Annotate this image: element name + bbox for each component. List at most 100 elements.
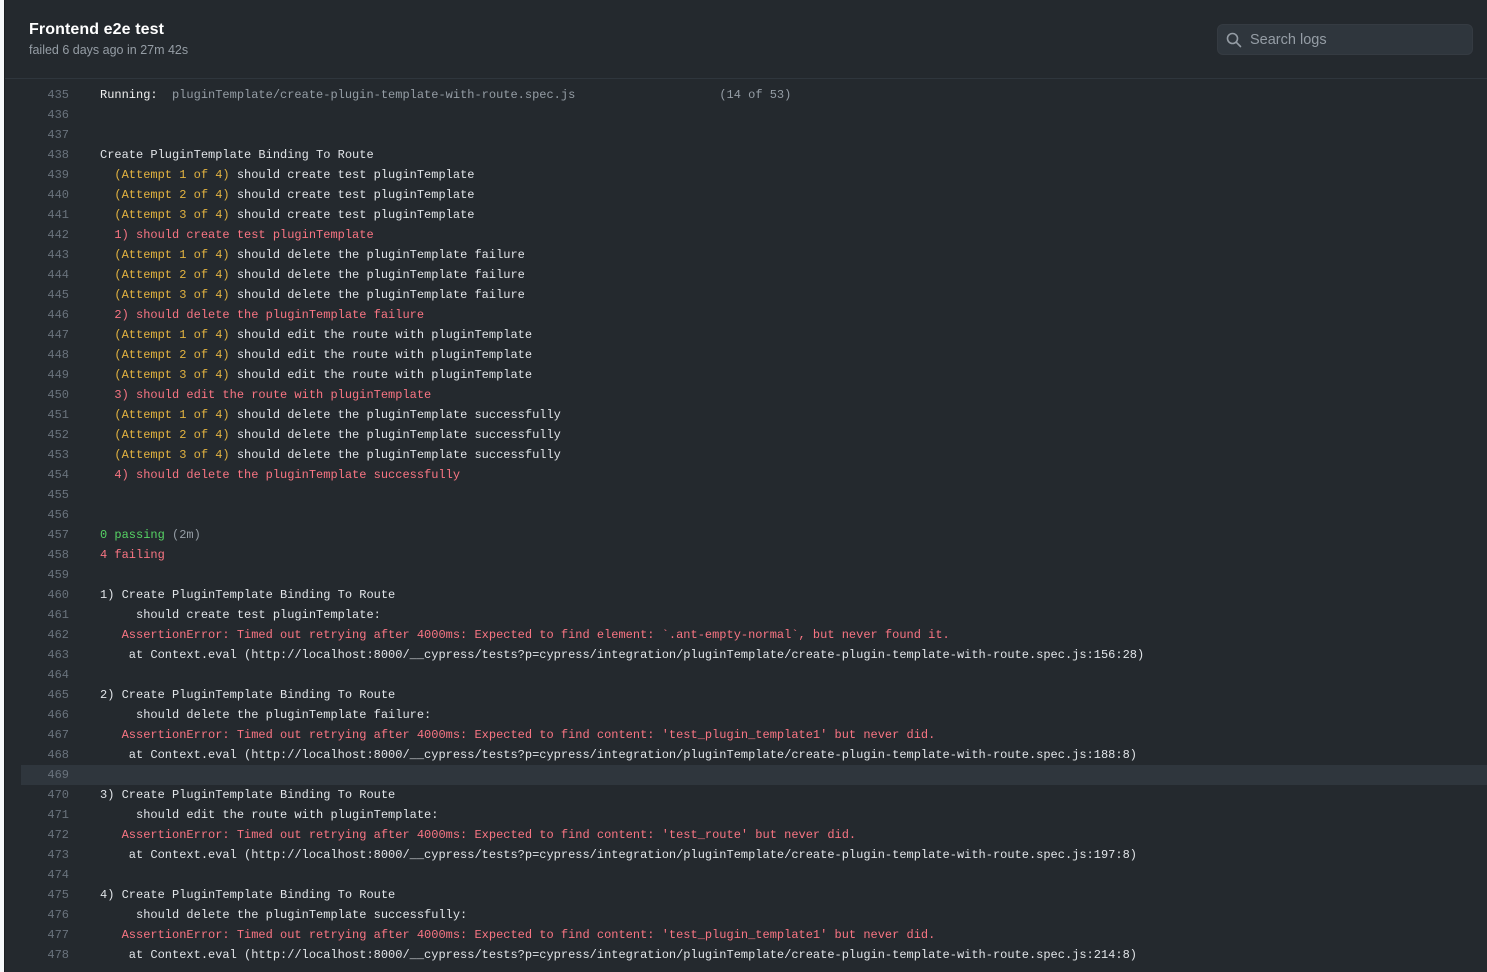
line-number[interactable]: 467 (21, 725, 69, 745)
log-line[interactable]: 478 at Context.eval (http://localhost:80… (21, 945, 1487, 965)
line-number[interactable]: 451 (21, 405, 69, 425)
log-line[interactable]: 450 3) should edit the route with plugin… (21, 385, 1487, 405)
line-number[interactable]: 478 (21, 945, 69, 965)
line-text: should edit the route with pluginTemplat… (100, 805, 438, 825)
line-number[interactable]: 438 (21, 145, 69, 165)
log-line[interactable]: 451 (Attempt 1 of 4) should delete the p… (21, 405, 1487, 425)
log-line[interactable]: 440 (Attempt 2 of 4) should create test … (21, 185, 1487, 205)
line-number[interactable]: 453 (21, 445, 69, 465)
line-number[interactable]: 468 (21, 745, 69, 765)
line-text: 1) should create test pluginTemplate (100, 225, 373, 245)
line-number[interactable]: 459 (21, 565, 69, 585)
line-number[interactable]: 464 (21, 665, 69, 685)
log-text-segment: AssertionError: Timed out retrying after… (100, 928, 936, 942)
line-number[interactable]: 444 (21, 265, 69, 285)
log-line[interactable]: 446 2) should delete the pluginTemplate … (21, 305, 1487, 325)
line-number[interactable]: 435 (21, 85, 69, 105)
line-number[interactable]: 441 (21, 205, 69, 225)
line-number[interactable]: 469 (21, 765, 69, 785)
line-number[interactable]: 465 (21, 685, 69, 705)
line-number[interactable]: 454 (21, 465, 69, 485)
line-number[interactable]: 448 (21, 345, 69, 365)
log-line[interactable]: 447 (Attempt 1 of 4) should edit the rou… (21, 325, 1487, 345)
line-number[interactable]: 437 (21, 125, 69, 145)
log-line[interactable]: 457 0 passing (2m) (21, 525, 1487, 545)
log-line[interactable]: 471 should edit the route with pluginTem… (21, 805, 1487, 825)
log-line[interactable]: 437 (21, 125, 1487, 145)
log-line[interactable]: 475 4) Create PluginTemplate Binding To R… (21, 885, 1487, 905)
line-number[interactable]: 457 (21, 525, 69, 545)
log-line[interactable]: 452 (Attempt 2 of 4) should delete the p… (21, 425, 1487, 445)
log-line[interactable]: 449 (Attempt 3 of 4) should edit the rou… (21, 365, 1487, 385)
log-text-segment: should edit the route with pluginTemplat… (229, 328, 533, 342)
log-line[interactable]: 472 AssertionError: Timed out retrying a… (21, 825, 1487, 845)
log-line[interactable]: 443 (Attempt 1 of 4) should delete the p… (21, 245, 1487, 265)
log-line[interactable]: 448 (Attempt 2 of 4) should edit the rou… (21, 345, 1487, 365)
log-line[interactable]: 444 (Attempt 2 of 4) should delete the p… (21, 265, 1487, 285)
line-number[interactable]: 470 (21, 785, 69, 805)
line-number[interactable]: 474 (21, 865, 69, 885)
log-line[interactable]: 442 1) should create test pluginTemplate (21, 225, 1487, 245)
log-line[interactable]: 461 should create test pluginTemplate: (21, 605, 1487, 625)
log-line[interactable]: 454 4) should delete the pluginTemplate … (21, 465, 1487, 485)
line-number[interactable]: 455 (21, 485, 69, 505)
log-line[interactable]: 435 Running: pluginTemplate/create-plugin… (21, 85, 1487, 105)
line-number[interactable]: 476 (21, 905, 69, 925)
log-text-segment: should delete the pluginTemplate success… (229, 428, 561, 442)
log-text-segment: should edit the route with pluginTemplat… (229, 348, 533, 362)
line-number[interactable]: 461 (21, 605, 69, 625)
log-line[interactable]: 456 (21, 505, 1487, 525)
log-line[interactable]: 439 (Attempt 1 of 4) should create test … (21, 165, 1487, 185)
line-number[interactable]: 456 (21, 505, 69, 525)
line-number[interactable]: 440 (21, 185, 69, 205)
line-number[interactable]: 443 (21, 245, 69, 265)
log-line[interactable]: 477 AssertionError: Timed out retrying a… (21, 925, 1487, 945)
log-text-segment: should edit the route with pluginTemplat… (229, 368, 533, 382)
log-line[interactable]: 462 AssertionError: Timed out retrying a… (21, 625, 1487, 645)
log-text-segment: (Attempt 2 of 4) (100, 428, 230, 442)
log-line[interactable]: 465 2) Create PluginTemplate Binding To R… (21, 685, 1487, 705)
line-number[interactable]: 436 (21, 105, 69, 125)
log-line[interactable]: 464 (21, 665, 1487, 685)
log-line[interactable]: 436 (21, 105, 1487, 125)
log-line[interactable]: 470 3) Create PluginTemplate Binding To R… (21, 785, 1487, 805)
log-line[interactable]: 460 1) Create PluginTemplate Binding To R… (21, 585, 1487, 605)
log-line[interactable]: 455 (21, 485, 1487, 505)
line-number[interactable]: 460 (21, 585, 69, 605)
search-logs-input[interactable] (1250, 31, 1472, 48)
line-number[interactable]: 471 (21, 805, 69, 825)
line-number[interactable]: 452 (21, 425, 69, 445)
line-number[interactable]: 458 (21, 545, 69, 565)
log-line[interactable]: 474 (21, 865, 1487, 885)
line-number[interactable]: 463 (21, 645, 69, 665)
line-number[interactable]: 475 (21, 885, 69, 905)
log-line[interactable]: 467 AssertionError: Timed out retrying a… (21, 725, 1487, 745)
log-line[interactable]: 453 (Attempt 3 of 4) should delete the p… (21, 445, 1487, 465)
line-number[interactable]: 445 (21, 285, 69, 305)
log-line[interactable]: 476 should delete the pluginTemplate suc… (21, 905, 1487, 925)
line-number[interactable]: 450 (21, 385, 69, 405)
line-number[interactable]: 472 (21, 825, 69, 845)
line-number[interactable]: 442 (21, 225, 69, 245)
log-line[interactable]: 466 should delete the pluginTemplate fai… (21, 705, 1487, 725)
line-number[interactable]: 473 (21, 845, 69, 865)
log-line[interactable]: 469 (21, 765, 1487, 785)
log-line[interactable]: 445 (Attempt 3 of 4) should delete the p… (21, 285, 1487, 305)
line-number[interactable]: 447 (21, 325, 69, 345)
log-line[interactable]: 473 at Context.eval (http://localhost:80… (21, 845, 1487, 865)
line-number[interactable]: 446 (21, 305, 69, 325)
log-line[interactable]: 463 at Context.eval (http://localhost:80… (21, 645, 1487, 665)
line-number[interactable]: 477 (21, 925, 69, 945)
line-number[interactable]: 439 (21, 165, 69, 185)
log-line[interactable]: 459 (21, 565, 1487, 585)
log-line[interactable]: 438 Create PluginTemplate Binding To Rout… (21, 145, 1487, 165)
log-line[interactable]: 468 at Context.eval (http://localhost:80… (21, 745, 1487, 765)
line-number[interactable]: 449 (21, 365, 69, 385)
line-text: (Attempt 1 of 4) should edit the route w… (100, 325, 532, 345)
log-line[interactable]: 441 (Attempt 3 of 4) should create test … (21, 205, 1487, 225)
log-line[interactable]: 458 4 failing (21, 545, 1487, 565)
search-logs-box[interactable] (1217, 24, 1473, 55)
line-number[interactable]: 462 (21, 625, 69, 645)
line-number[interactable]: 466 (21, 705, 69, 725)
line-text: AssertionError: Timed out retrying after… (100, 825, 857, 845)
